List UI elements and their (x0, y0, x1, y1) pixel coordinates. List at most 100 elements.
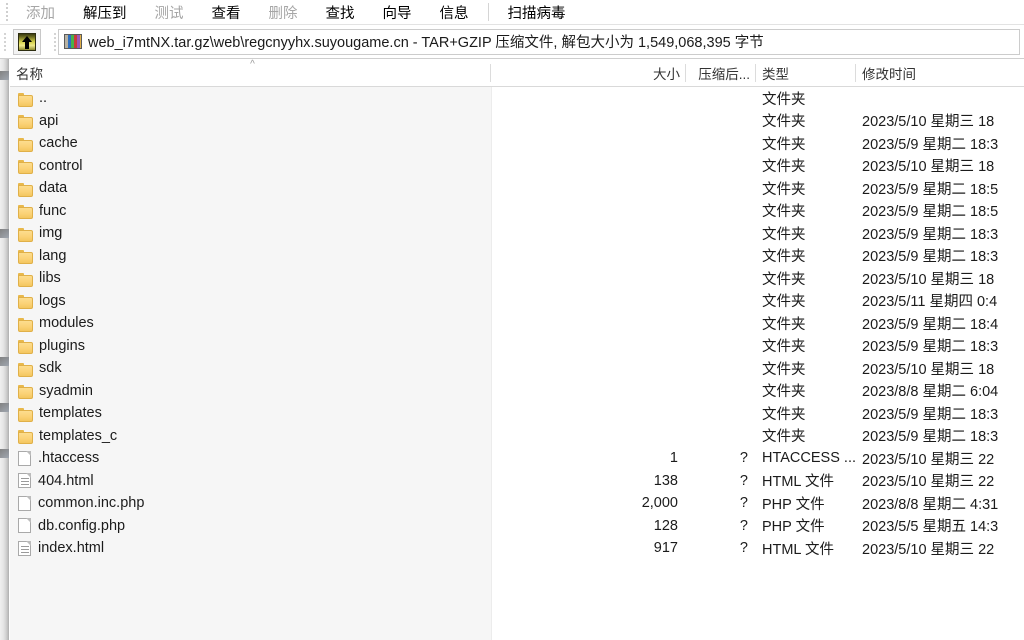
file-row[interactable]: syadmin 文件夹 2023/8/8 星期二 6:04 (10, 380, 1024, 403)
file-row[interactable]: cache 文件夹 2023/5/9 星期二 18:3 (10, 132, 1024, 155)
file-name-label: plugins (39, 337, 85, 354)
file-size-cell (491, 155, 686, 178)
file-row[interactable]: img 文件夹 2023/5/9 星期二 18:3 (10, 222, 1024, 245)
document-icon (18, 518, 31, 534)
column-header-packed[interactable]: 压缩后... (686, 59, 756, 87)
file-row[interactable]: .. 文件夹 (10, 87, 1024, 110)
file-name-label: modules (39, 315, 94, 332)
file-row[interactable]: common.inc.php 2,000? PHP 文件 2023/8/8 星期二 4… (10, 492, 1024, 515)
winrar-window: 添加 解压到 测试 查看 删除 查找 向导 信息 扫描病毒 web_i7mtNX.tar.gz\… (0, 0, 1024, 640)
folder-tree-collapsed-strip[interactable] (0, 59, 9, 640)
file-type-cell: 文件夹 (762, 271, 806, 288)
file-packed-size-cell: ? (739, 450, 748, 467)
file-row[interactable]: sdk 文件夹 2023/5/10 星期三 18 (10, 357, 1024, 380)
file-name-cell[interactable]: modules (10, 312, 491, 335)
file-row[interactable]: modules 文件夹 2023/5/9 星期二 18:4 (10, 312, 1024, 335)
file-row[interactable]: templates 文件夹 2023/5/9 星期二 18:3 (10, 402, 1024, 425)
file-name-cell[interactable]: .. (10, 87, 491, 110)
file-name-label: api (39, 112, 59, 129)
file-size-cell (491, 425, 686, 448)
file-modified-cell: 2023/5/10 星期三 22 (862, 451, 995, 468)
file-packed-size-cell: ? (739, 472, 748, 489)
file-size-cell (491, 222, 686, 245)
file-row[interactable]: index.html 917? HTML 文件 2023/5/10 星期三 22 (10, 537, 1024, 560)
file-type-cell: 文件夹 (762, 204, 806, 221)
toolbar-drag-handle[interactable] (2, 0, 12, 25)
file-row[interactable]: func 文件夹 2023/5/9 星期二 18:5 (10, 200, 1024, 223)
folder-icon (18, 137, 33, 152)
file-name-cell[interactable]: sdk (10, 357, 491, 380)
file-name-label: logs (39, 292, 66, 309)
file-name-cell[interactable]: libs (10, 267, 491, 290)
file-modified-cell (856, 87, 1024, 110)
file-name-cell[interactable]: templates_c (10, 425, 491, 448)
file-name-cell[interactable]: syadmin (10, 380, 491, 403)
file-name-label: lang (39, 247, 67, 264)
file-packed-size-cell (686, 200, 756, 223)
file-row[interactable]: plugins 文件夹 2023/5/9 星期二 18:3 (10, 335, 1024, 358)
toolbar-button-8[interactable]: 扫描病毒 (494, 0, 580, 25)
file-name-cell[interactable]: cache (10, 132, 491, 155)
file-row[interactable]: logs 文件夹 2023/5/11 星期四 0:4 (10, 290, 1024, 313)
toolbar-button-2: 测试 (154, 5, 184, 22)
file-name-cell[interactable]: logs (10, 290, 491, 313)
strip-marker-icon (0, 71, 9, 80)
file-name-cell[interactable]: func (10, 200, 491, 223)
toolbar-button-5[interactable]: 查找 (312, 0, 369, 25)
file-modified-cell: 2023/5/9 星期二 18:4 (862, 316, 999, 333)
file-row[interactable]: libs 文件夹 2023/5/10 星期三 18 (10, 267, 1024, 290)
file-row[interactable]: lang 文件夹 2023/5/9 星期二 18:3 (10, 245, 1024, 268)
file-name-cell[interactable]: .htaccess (10, 447, 491, 470)
column-header-modified-label: 修改时间 (862, 67, 916, 82)
file-packed-size-cell (686, 290, 756, 313)
toolbar-button-1[interactable]: 解压到 (69, 0, 141, 25)
file-name-cell[interactable]: index.html (10, 537, 491, 560)
file-name-label: img (39, 225, 63, 242)
file-row[interactable]: data 文件夹 2023/5/9 星期二 18:5 (10, 177, 1024, 200)
column-header-modified[interactable]: 修改时间 (856, 59, 1024, 87)
file-modified-cell: 2023/5/9 星期二 18:3 (862, 339, 999, 356)
file-name-cell[interactable]: db.config.php (10, 515, 491, 538)
file-type-cell: HTACCESS ... (762, 450, 856, 467)
toolbar-button-3[interactable]: 查看 (198, 0, 255, 25)
file-name-cell[interactable]: api (10, 110, 491, 133)
file-row[interactable]: .htaccess 1? HTACCESS ... 2023/5/10 星期三 22 (10, 447, 1024, 470)
file-name-cell[interactable]: img (10, 222, 491, 245)
file-name-label: syadmin (39, 382, 93, 399)
file-modified-cell: 2023/5/10 星期三 18 (862, 271, 995, 288)
file-row[interactable]: db.config.php 128? PHP 文件 2023/5/5 星期五 14:3 (10, 515, 1024, 538)
file-size-cell (491, 357, 686, 380)
file-name-cell[interactable]: plugins (10, 335, 491, 358)
file-type-cell: 文件夹 (762, 91, 806, 108)
file-name-cell[interactable]: lang (10, 245, 491, 268)
file-packed-size-cell (686, 402, 756, 425)
document-icon (18, 450, 31, 466)
addressbar-drag-handle[interactable] (1, 25, 9, 59)
file-modified-cell: 2023/5/9 星期二 18:3 (862, 429, 999, 446)
file-modified-cell: 2023/5/9 星期二 18:3 (862, 249, 999, 266)
file-size-cell (491, 110, 686, 133)
file-row[interactable]: templates_c 文件夹 2023/5/9 星期二 18:3 (10, 425, 1024, 448)
archive-path-field[interactable]: web_i7mtNX.tar.gz\web\regcnyyhx.suyougam… (58, 28, 1020, 55)
column-header-name[interactable]: 名称 ^ (10, 59, 491, 87)
file-name-cell[interactable]: common.inc.php (10, 492, 491, 515)
toolbar-button-6[interactable]: 向导 (369, 0, 426, 25)
file-modified-cell: 2023/8/8 星期二 6:04 (862, 384, 999, 401)
file-size-cell (491, 335, 686, 358)
strip-marker-icon (0, 403, 9, 412)
column-header-type[interactable]: 类型 (756, 59, 856, 87)
file-name-cell[interactable]: data (10, 177, 491, 200)
file-packed-size-cell (686, 357, 756, 380)
file-row[interactable]: api 文件夹 2023/5/10 星期三 18 (10, 110, 1024, 133)
file-name-cell[interactable]: 404.html (10, 470, 491, 493)
file-name-label: cache (39, 135, 78, 152)
folder-icon (18, 182, 33, 197)
toolbar-button-7[interactable]: 信息 (426, 0, 483, 25)
file-name-cell[interactable]: templates (10, 402, 491, 425)
file-type-cell: PHP 文件 (762, 519, 825, 536)
column-header-size[interactable]: 大小 (491, 59, 686, 87)
file-name-cell[interactable]: control (10, 155, 491, 178)
file-row[interactable]: 404.html 138? HTML 文件 2023/5/10 星期三 22 (10, 470, 1024, 493)
file-row[interactable]: control 文件夹 2023/5/10 星期三 18 (10, 155, 1024, 178)
up-one-level-button[interactable] (13, 28, 41, 55)
